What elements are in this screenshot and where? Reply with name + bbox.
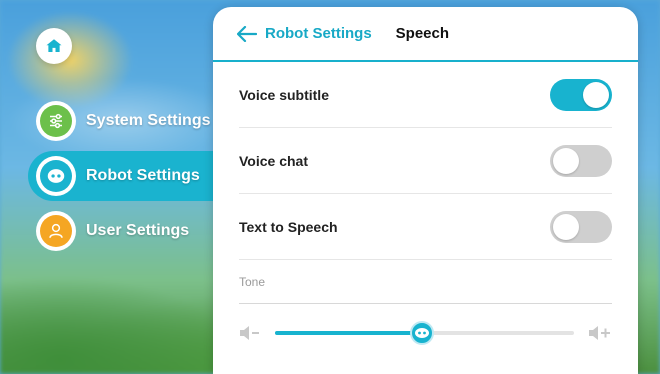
volume-down-icon[interactable] — [239, 325, 261, 341]
user-icon — [49, 223, 63, 238]
toggle-knob — [553, 147, 579, 174]
setting-row-text-to-speech: Text to Speech — [239, 194, 612, 260]
tone-slider-row — [239, 304, 612, 362]
setting-label: Text to Speech — [239, 218, 338, 235]
setting-row-voice-chat: Voice chat — [239, 128, 612, 194]
voice-chat-toggle[interactable] — [550, 144, 612, 177]
system-settings-icon-badge — [36, 101, 76, 141]
panel-header: Robot Settings Speech — [213, 7, 638, 62]
robot-settings-icon-badge — [36, 156, 76, 196]
home-icon — [46, 39, 62, 52]
back-button[interactable]: Robot Settings — [237, 25, 372, 42]
sliders-icon — [50, 113, 62, 129]
tone-slider-fill — [275, 331, 422, 335]
user-settings-icon-badge — [36, 211, 76, 251]
setting-row-voice-subtitle: Voice subtitle — [239, 62, 612, 128]
settings-menu: System Settings Robot Settings User Sett… — [0, 96, 220, 261]
toggle-knob — [553, 213, 579, 240]
sidebar-item-label: User Settings — [86, 222, 190, 239]
sidebar-item-system-settings[interactable]: System Settings — [0, 96, 220, 146]
speech-settings-panel: Robot Settings Speech Voice subtitle Voi… — [213, 7, 638, 374]
toggle-knob — [583, 81, 609, 108]
robot-icon — [47, 169, 65, 183]
setting-label: Voice subtitle — [239, 86, 329, 103]
back-label: Robot Settings — [265, 25, 372, 42]
robot-face-icon — [414, 328, 429, 338]
volume-up-icon[interactable] — [588, 325, 612, 341]
text-to-speech-toggle[interactable] — [550, 210, 612, 243]
sidebar-item-robot-settings[interactable]: Robot Settings — [28, 151, 220, 201]
arrow-left-icon — [237, 25, 257, 42]
tone-label: Tone — [239, 274, 266, 289]
tone-section: Tone — [239, 260, 612, 304]
page-title: Speech — [395, 25, 450, 42]
home-button[interactable] — [36, 28, 72, 64]
voice-subtitle-toggle[interactable] — [550, 78, 612, 111]
sidebar-item-user-settings[interactable]: User Settings — [0, 206, 220, 256]
sidebar-item-label: System Settings — [86, 112, 211, 129]
tone-slider[interactable] — [275, 321, 574, 345]
sidebar-item-label: Robot Settings — [86, 167, 200, 184]
tone-slider-thumb[interactable] — [409, 321, 434, 345]
setting-label: Voice chat — [239, 152, 308, 169]
